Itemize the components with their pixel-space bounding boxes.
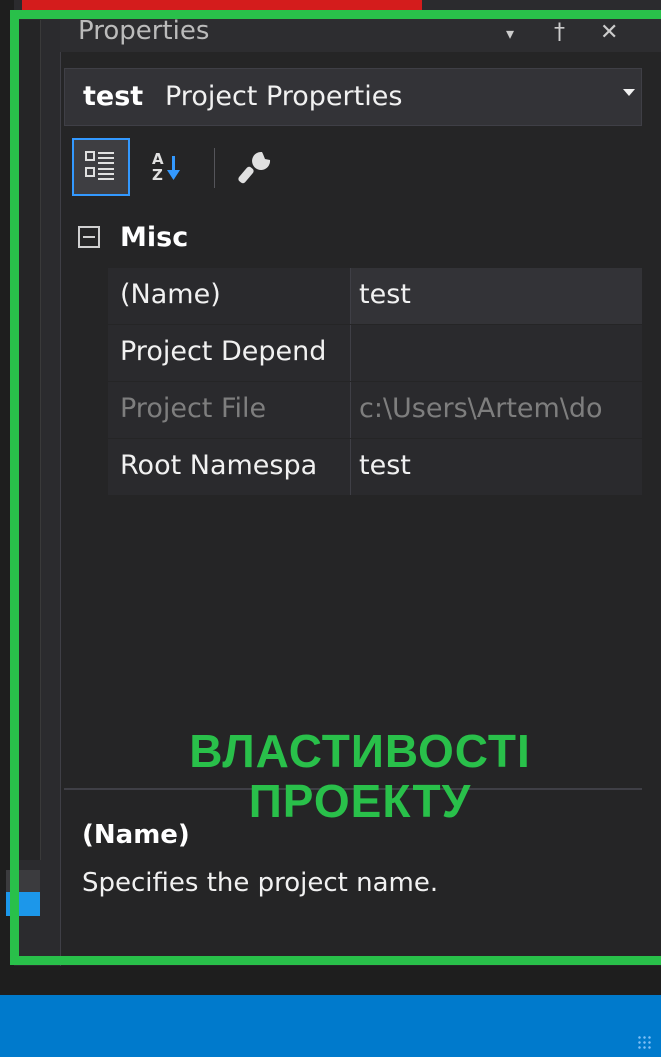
status-bar bbox=[0, 995, 661, 1057]
annotation-frame bbox=[10, 10, 661, 965]
resize-grip-icon[interactable] bbox=[637, 1035, 651, 1049]
bottom-gap bbox=[0, 966, 661, 995]
